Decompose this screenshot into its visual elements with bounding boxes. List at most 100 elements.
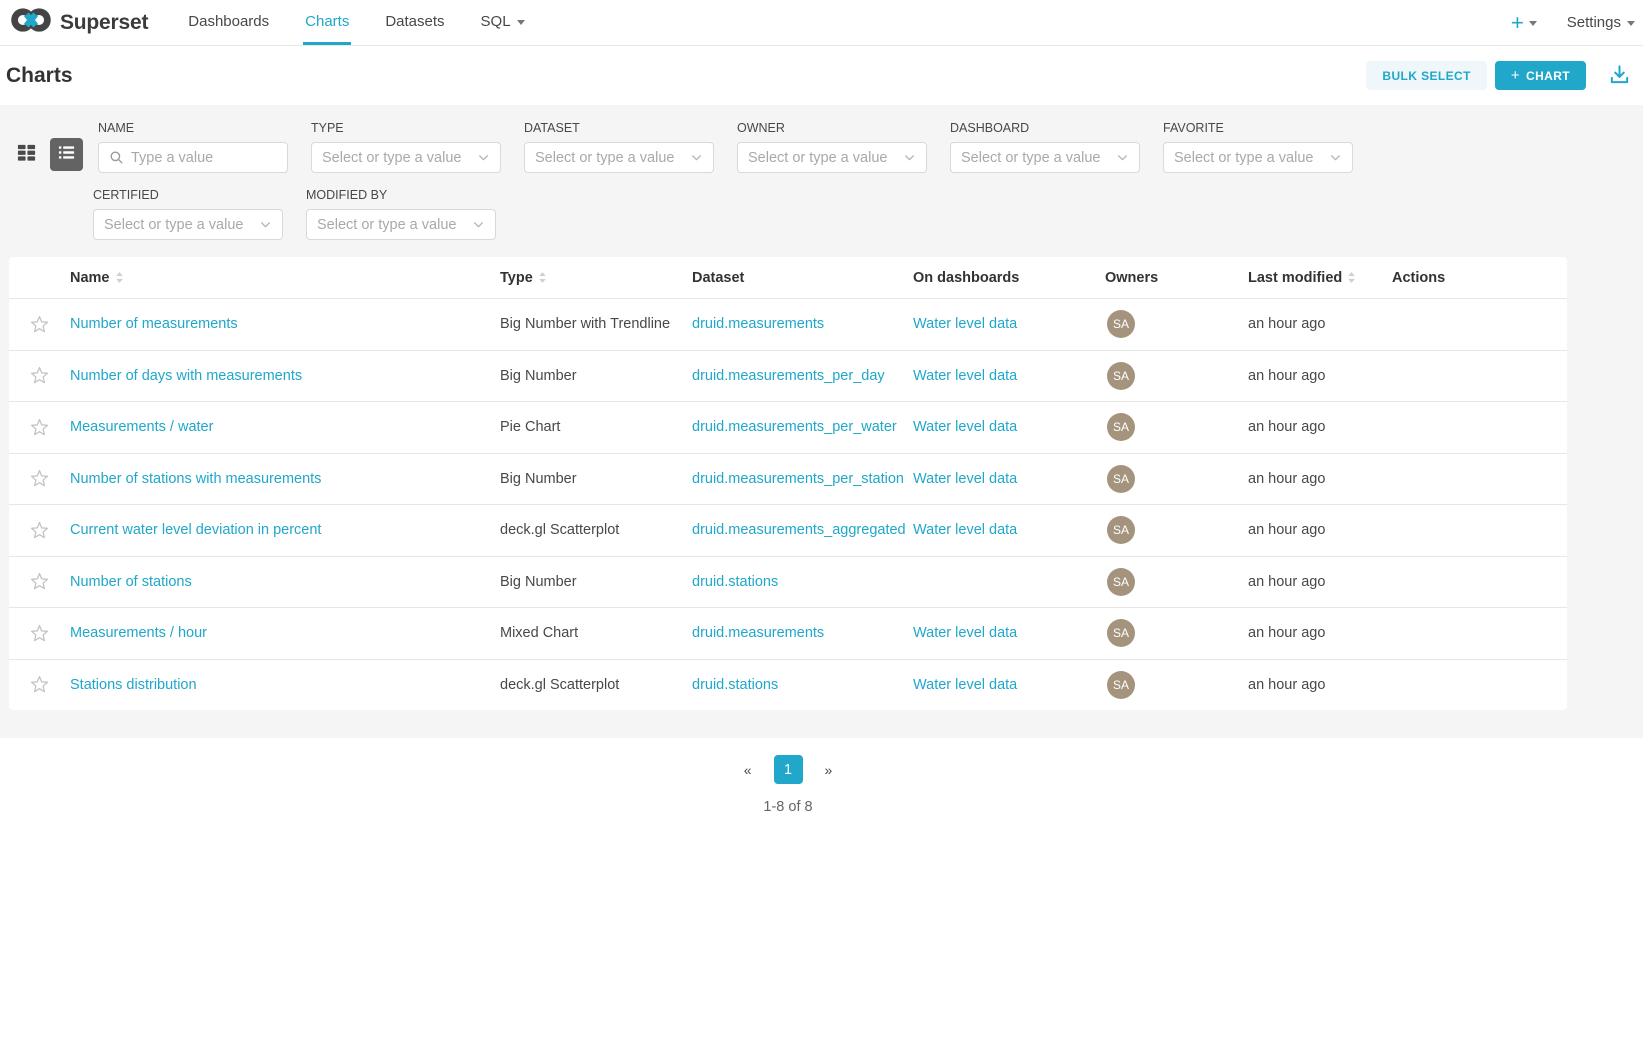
settings-menu[interactable]: Settings	[1567, 14, 1635, 31]
list-view-toggle[interactable]	[50, 138, 83, 171]
dashboard-link[interactable]: Water level data	[913, 419, 1017, 435]
filter-select-control[interactable]: Select or type a value	[1163, 142, 1353, 173]
chart-name-link[interactable]: Stations distribution	[70, 677, 197, 693]
column-header[interactable]: Owners	[1105, 270, 1248, 286]
sort-icon[interactable]	[1347, 271, 1356, 284]
chart-name-link[interactable]: Number of stations	[70, 574, 192, 590]
owner-avatar[interactable]: SA	[1107, 413, 1135, 441]
column-header-label: Type	[500, 270, 533, 286]
nav-item-datasets[interactable]: Datasets	[383, 0, 446, 45]
content-area: NAME TYPE Select or type a value DAT	[0, 105, 1643, 738]
chart-name-link[interactable]: Number of days with measurements	[70, 368, 302, 384]
filter-label: NAME	[98, 121, 288, 135]
chart-name-link[interactable]: Measurements / water	[70, 419, 213, 435]
dataset-link[interactable]: druid.measurements	[692, 316, 824, 332]
favorite-star-icon[interactable]	[30, 366, 49, 385]
favorite-star-icon[interactable]	[30, 624, 49, 643]
dataset-link[interactable]: druid.measurements	[692, 625, 824, 641]
favorite-star-icon[interactable]	[30, 675, 49, 694]
column-header-label: Owners	[1105, 270, 1158, 286]
owner-avatar[interactable]: SA	[1107, 516, 1135, 544]
chart-name-link[interactable]: Measurements / hour	[70, 625, 207, 641]
filter-selects-row2: CERTIFIED Select or type a value MODIFIE…	[93, 188, 519, 240]
import-charts-button[interactable]	[1608, 63, 1631, 89]
nav-item-charts[interactable]: Charts	[303, 0, 351, 45]
chart-name-link[interactable]: Current water level deviation in percent	[70, 522, 321, 538]
dataset-link[interactable]: druid.measurements_aggregated	[692, 522, 906, 538]
dataset-link[interactable]: druid.measurements_per_station	[692, 471, 904, 487]
column-header[interactable]: Name	[70, 270, 500, 286]
sort-icon[interactable]	[115, 271, 124, 284]
column-header[interactable]: Dataset	[692, 270, 913, 286]
filter-select-control[interactable]: Select or type a value	[737, 142, 927, 173]
favorite-star-icon[interactable]	[30, 418, 49, 437]
chevron-down-icon	[259, 218, 272, 231]
table-row: Stations distribution deck.gl Scatterplo…	[9, 659, 1567, 711]
last-modified: an hour ago	[1248, 471, 1392, 487]
superset-brand[interactable]: Superset	[10, 0, 148, 45]
last-modified: an hour ago	[1248, 368, 1392, 384]
chart-type: Big Number	[500, 574, 692, 590]
table-body: Number of measurements Big Number with T…	[9, 298, 1567, 710]
pagination: « 1 » 1-8 of 8	[9, 755, 1567, 815]
column-header[interactable]: Actions	[1392, 270, 1567, 286]
dataset-link[interactable]: druid.stations	[692, 574, 778, 590]
favorite-star-icon[interactable]	[30, 521, 49, 540]
select-placeholder: Select or type a value	[535, 150, 690, 166]
filter-select-control[interactable]: Select or type a value	[311, 142, 501, 173]
name-search-box[interactable]	[98, 142, 288, 173]
chart-name-link[interactable]: Number of measurements	[70, 316, 238, 332]
new-item-menu[interactable]: +	[1511, 12, 1537, 34]
filter-label: CERTIFIED	[93, 188, 283, 202]
owner-avatar[interactable]: SA	[1107, 362, 1135, 390]
dashboard-link[interactable]: Water level data	[913, 522, 1017, 538]
dataset-link[interactable]: druid.stations	[692, 677, 778, 693]
owner-avatar[interactable]: SA	[1107, 465, 1135, 493]
column-header-label: Actions	[1392, 270, 1445, 286]
filter-select: MODIFIED BY Select or type a value	[306, 188, 496, 240]
filter-select-control[interactable]: Select or type a value	[524, 142, 714, 173]
bulk-select-button[interactable]: BULK SELECT	[1366, 61, 1486, 90]
dashboard-link[interactable]: Water level data	[913, 625, 1017, 641]
dataset-link[interactable]: druid.measurements_per_day	[692, 368, 885, 384]
filter-label: TYPE	[311, 121, 501, 135]
chart-type: Big Number	[500, 471, 692, 487]
table-row: Current water level deviation in percent…	[9, 504, 1567, 556]
brand-name: Superset	[60, 11, 148, 35]
table-row: Number of days with measurements Big Num…	[9, 350, 1567, 402]
add-chart-button[interactable]: + CHART	[1495, 61, 1586, 90]
nav-item-dashboards[interactable]: Dashboards	[186, 0, 271, 45]
top-navbar: Superset Dashboards Charts Datasets SQL …	[0, 0, 1643, 46]
owner-avatar[interactable]: SA	[1107, 310, 1135, 338]
filter-select-control[interactable]: Select or type a value	[306, 209, 496, 240]
dashboard-link[interactable]: Water level data	[913, 316, 1017, 332]
owner-avatar[interactable]: SA	[1107, 619, 1135, 647]
owner-avatar[interactable]: SA	[1107, 568, 1135, 596]
chart-type: Big Number with Trendline	[500, 316, 692, 332]
favorite-star-icon[interactable]	[30, 469, 49, 488]
name-search-input[interactable]	[131, 150, 277, 166]
nav-item-sql[interactable]: SQL	[479, 0, 527, 45]
column-header[interactable]: On dashboards	[913, 270, 1105, 286]
next-page-button[interactable]: »	[825, 762, 833, 778]
table-row: Number of stations Big Number druid.stat…	[9, 556, 1567, 608]
dashboard-link[interactable]: Water level data	[913, 368, 1017, 384]
column-header[interactable]: Type	[500, 270, 692, 286]
table-header: Name Type Dataset On dashboards	[9, 257, 1567, 298]
last-modified: an hour ago	[1248, 419, 1392, 435]
favorite-star-icon[interactable]	[30, 315, 49, 334]
dataset-link[interactable]: druid.measurements_per_water	[692, 419, 897, 435]
dashboard-link[interactable]: Water level data	[913, 471, 1017, 487]
dashboard-link[interactable]: Water level data	[913, 677, 1017, 693]
filter-select-control[interactable]: Select or type a value	[950, 142, 1140, 173]
previous-page-button[interactable]: «	[744, 762, 752, 778]
select-placeholder: Select or type a value	[748, 150, 903, 166]
sort-icon[interactable]	[538, 271, 547, 284]
favorite-star-icon[interactable]	[30, 572, 49, 591]
current-page-button[interactable]: 1	[774, 755, 803, 784]
owner-avatar[interactable]: SA	[1107, 671, 1135, 699]
column-header[interactable]: Last modified	[1248, 270, 1392, 286]
card-view-toggle[interactable]	[14, 143, 38, 167]
filter-select-control[interactable]: Select or type a value	[93, 209, 283, 240]
chart-name-link[interactable]: Number of stations with measurements	[70, 471, 321, 487]
